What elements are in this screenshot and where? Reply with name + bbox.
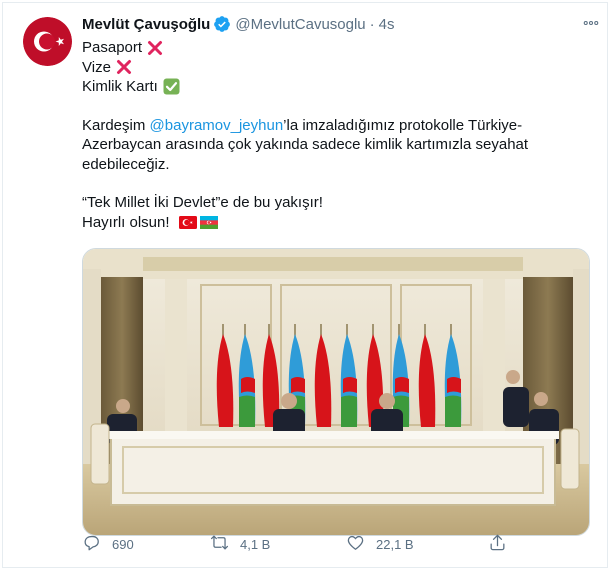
wish-line: Hayırlı olsun! (82, 213, 592, 233)
separator-dot: · (369, 15, 375, 33)
paragraph-protocol: Kardeşim @bayramov_jeyhun’la imzaladığım… (82, 116, 592, 175)
reply-icon (82, 533, 101, 555)
line-vize: Vize (82, 58, 592, 78)
tweet-card[interactable]: Mevlüt Çavuşoğlu @MevlutCavusoglu · 4s P… (2, 2, 608, 568)
line-pasaport: Pasaport (82, 38, 592, 58)
reply-count: 690 (112, 536, 134, 552)
share-button[interactable] (488, 533, 507, 555)
signing-ceremony-photo (83, 249, 589, 535)
user-handle[interactable]: @MevlutCavusoglu (235, 16, 365, 33)
line-kimlik: Kimlik Kartı (82, 77, 592, 97)
cross-mark-icon (116, 59, 132, 75)
wish-text: Hayırlı olsun! (82, 213, 170, 231)
tweet-text: Pasaport Vize Kimlik Kartı Kardeşim @bay… (82, 38, 592, 232)
pasaport-text: Pasaport (82, 39, 143, 56)
motto-line: “Tek Millet İki Devlet”e de bu yakışır! (82, 194, 323, 211)
kimlik-text: Kimlik Kartı (82, 78, 158, 95)
avatar[interactable] (23, 17, 72, 66)
turkey-flag-icon (178, 215, 197, 229)
para1-prefix: Kardeşim (82, 116, 150, 134)
paragraph-motto: “Tek Millet İki Devlet”e de bu yakışır! … (82, 193, 592, 232)
azerbaijan-flag-icon (199, 215, 218, 229)
timestamp[interactable]: 4s (379, 16, 395, 33)
vize-text: Vize (82, 58, 111, 76)
tweet-photo[interactable] (82, 248, 590, 536)
cross-mark-icon (147, 40, 163, 56)
verified-badge-icon (213, 15, 231, 33)
tweet-actions: 690 4,1 B 22,1 B (82, 533, 592, 557)
reply-button[interactable]: 690 (82, 533, 134, 555)
mention-link[interactable]: @bayramov_jeyhun (150, 117, 284, 134)
like-count: 22,1 B (376, 536, 414, 552)
like-button[interactable]: 22,1 B (346, 533, 414, 555)
retweet-count: 4,1 B (240, 536, 271, 552)
retweet-button[interactable]: 4,1 B (210, 533, 270, 555)
turkey-flag-avatar-image (23, 17, 72, 66)
tweet-header: Mevlüt Çavuşoğlu @MevlutCavusoglu · 4s (82, 13, 592, 35)
tweet-content: Mevlüt Çavuşoğlu @MevlutCavusoglu · 4s P… (82, 13, 599, 536)
like-icon (346, 533, 365, 555)
check-mark-icon (163, 78, 180, 95)
retweet-icon (210, 533, 229, 555)
share-icon (488, 533, 507, 555)
more-icon[interactable] (580, 12, 602, 34)
display-name[interactable]: Mevlüt Çavuşoğlu (82, 16, 210, 33)
